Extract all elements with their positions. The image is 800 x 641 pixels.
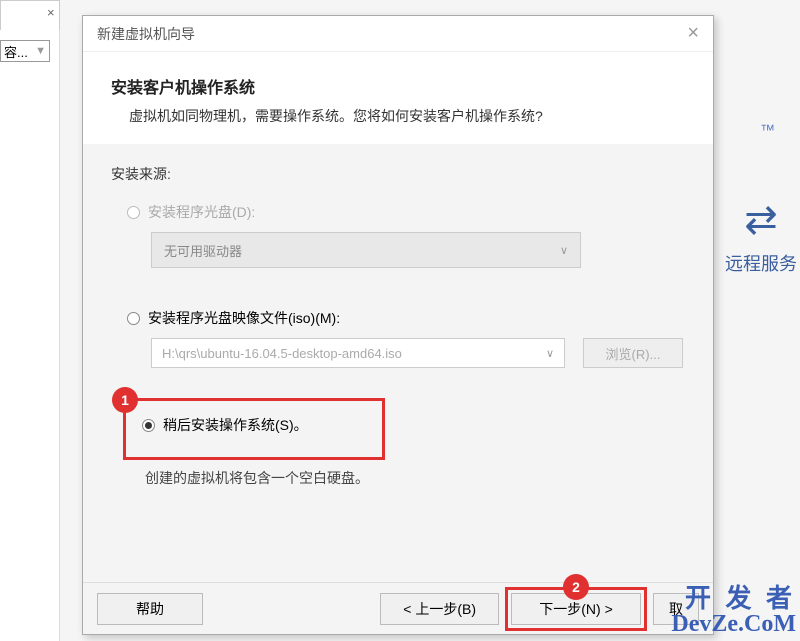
radio-label-disc: 安装程序光盘(D): [148,202,255,222]
arrows-icon: ⇄ [744,200,778,240]
chevron-down-icon: ∨ [560,244,568,257]
annotation-badge-2: 2 [563,574,589,600]
chevron-down-icon: ∨ [546,347,554,360]
highlight-box-1: 1 稍后安装操作系统(S)。 [123,398,385,460]
radio-icon [127,206,140,219]
radio-icon [127,312,140,325]
remote-widget[interactable]: ⇄ 远程服务 [722,200,800,330]
background-dropdown[interactable]: 容... ▼ [0,40,50,62]
page-title: 安装客户机操作系统 [111,74,685,98]
chevron-down-icon: ▼ [35,45,46,57]
trademark-icon: ™ [760,122,775,139]
watermark: 开 发 者 DevZe.CoM [671,585,796,637]
dialog-title: 新建虚拟机向导 [97,24,195,44]
new-vm-wizard-dialog: 新建虚拟机向导 × 安装客户机操作系统 虚拟机如同物理机，需要操作系统。您将如何… [82,15,714,635]
later-description: 创建的虚拟机将包含一个空白硬盘。 [145,468,685,488]
radio-option-disc: 安装程序光盘(D): [127,202,685,222]
radio-label-iso: 安装程序光盘映像文件(iso)(M): [148,308,340,328]
radio-option-later[interactable]: 稍后安装操作系统(S)。 [142,415,366,435]
page-subtitle: 虚拟机如同物理机，需要操作系统。您将如何安装客户机操作系统? [111,106,685,126]
browse-button: 浏览(R)... [583,338,683,368]
watermark-line2: DevZe.CoM [671,612,796,637]
help-button[interactable]: 帮助 [97,593,203,625]
annotation-badge-1: 1 [112,387,138,413]
dialog-footer: 帮助 < 上一步(B) 2 下一步(N) > 取 [83,582,713,634]
radio-icon-selected [142,419,155,432]
iso-path-text: H:\qrs\ubuntu-16.04.5-desktop-amd64.iso [162,346,402,361]
background-pane [0,30,60,641]
remote-label: 远程服务 [725,250,797,276]
close-icon[interactable]: × [687,22,699,45]
dialog-titlebar: 新建虚拟机向导 × [83,16,713,52]
header-section: 安装客户机操作系统 虚拟机如同物理机，需要操作系统。您将如何安装客户机操作系统? [83,52,713,144]
tab-close-icon[interactable]: × [47,5,55,20]
disc-dropdown: 无可用驱动器 ∨ [151,232,581,268]
disc-dropdown-text: 无可用驱动器 [164,241,242,260]
highlight-box-2: 2 下一步(N) > [505,587,647,631]
iso-path-input: H:\qrs\ubuntu-16.04.5-desktop-amd64.iso … [151,338,565,368]
radio-label-later: 稍后安装操作系统(S)。 [163,415,308,435]
radio-group: 安装程序光盘(D): 无可用驱动器 ∨ 安装程序光盘映像文件(iso)(M): … [127,202,685,488]
source-label: 安装来源: [111,164,685,184]
dropdown-text: 容... [4,42,28,61]
watermark-line1: 开 发 者 [671,585,796,612]
radio-option-iso[interactable]: 安装程序光盘映像文件(iso)(M): [127,308,685,328]
iso-row: H:\qrs\ubuntu-16.04.5-desktop-amd64.iso … [151,338,685,368]
back-button[interactable]: < 上一步(B) [380,593,499,625]
body-section: 安装来源: 安装程序光盘(D): 无可用驱动器 ∨ 安装程序光盘映像文件(iso… [83,144,713,614]
